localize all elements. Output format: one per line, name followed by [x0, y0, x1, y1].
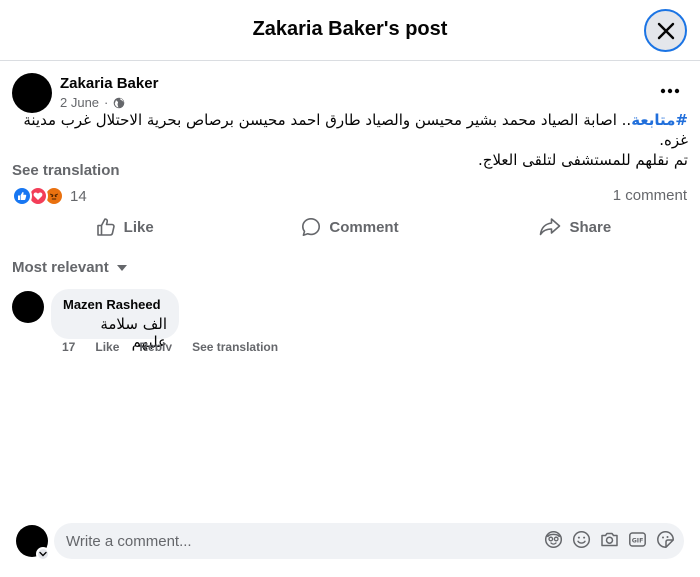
close-icon [657, 22, 674, 39]
emoji-icon[interactable] [572, 530, 591, 549]
post-hashtag[interactable]: #متابعة [631, 111, 688, 129]
like-button-label: Like [123, 218, 154, 236]
like-button[interactable]: Like [12, 210, 237, 244]
comment-sort-dropdown[interactable]: Most relevant [12, 259, 127, 276]
dialog-header: Zakaria Baker's post [0, 0, 700, 61]
post-text: #متابعة.. اصابة الصياد محمد بشير محيسن و… [12, 110, 688, 170]
see-translation-link[interactable]: See translation [12, 162, 120, 179]
comment-button[interactable]: Comment [237, 210, 462, 244]
post-meta: 2 June · [60, 95, 125, 110]
post-actions-bar: Like Comment Share [12, 210, 688, 244]
like-reaction-icon [12, 186, 32, 206]
share-button-label: Share [569, 218, 612, 236]
svg-text:GIF: GIF [632, 537, 644, 544]
commenter-avatar[interactable] [12, 291, 44, 323]
comment-bubble-icon [302, 218, 321, 236]
reactions-summary[interactable]: 14 [12, 186, 87, 206]
sticker-icon[interactable] [656, 530, 675, 549]
gif-icon[interactable]: GIF [628, 530, 647, 549]
comment-button-label: Comment [329, 218, 399, 236]
post-text-line-1: #متابعة.. اصابة الصياد محمد بشير محيسن و… [12, 110, 688, 150]
share-button[interactable]: Share [463, 210, 688, 244]
comment-sort-label: Most relevant [12, 259, 109, 276]
comment-time[interactable]: 17 [62, 340, 75, 351]
more-options-button[interactable] [652, 76, 688, 106]
reaction-count: 14 [70, 187, 87, 205]
post-date[interactable]: 2 June [60, 95, 99, 110]
comment-see-translation-link[interactable]: See translation [192, 340, 278, 351]
author-name[interactable]: Zakaria Baker [60, 75, 158, 92]
more-dots-icon [660, 88, 680, 94]
composer-tools: GIF [544, 530, 675, 549]
share-arrow-icon [540, 218, 561, 236]
caret-down-icon [116, 264, 127, 271]
post-text-line-1-body: .. اصابة الصياد محمد بشير محيسن والصياد … [23, 111, 688, 149]
meta-separator: · [104, 95, 109, 110]
comment-bubble: Mazen Rasheed الف سلامة عليهم [51, 289, 179, 351]
close-button[interactable] [644, 9, 687, 52]
camera-icon[interactable] [600, 530, 619, 549]
comment-composer: GIF [0, 515, 700, 577]
comment-meta: 17 Like Reply See translation [62, 340, 292, 351]
comment-author[interactable]: Mazen Rasheed [63, 297, 167, 312]
dialog-title: Zakaria Baker's post [252, 18, 448, 40]
globe-icon[interactable] [113, 97, 125, 109]
comment-count-link[interactable]: 1 comment [613, 187, 687, 204]
comment-reply-link[interactable]: Reply [139, 340, 172, 351]
avatar-sticker-icon[interactable] [544, 530, 563, 549]
author-avatar[interactable] [12, 73, 52, 113]
profile-switch-chevron-icon[interactable] [36, 547, 50, 561]
thumbs-up-icon [96, 218, 115, 236]
comment-like-link[interactable]: Like [95, 340, 119, 351]
